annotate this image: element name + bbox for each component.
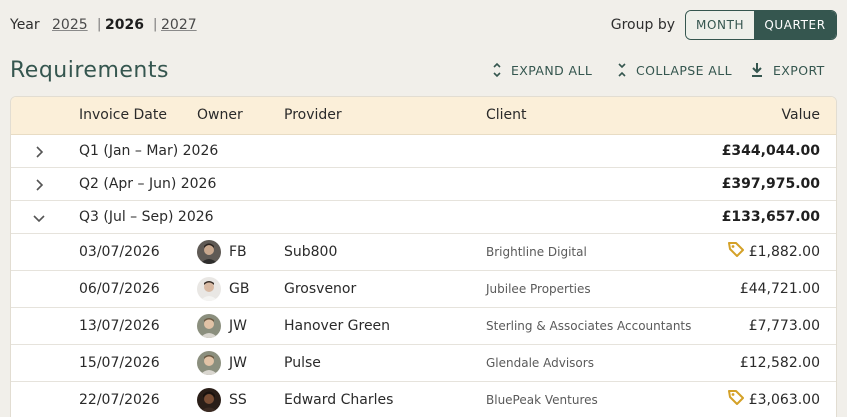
group-row-q1[interactable]: Q1 (Jan – Mar) 2026 £344,044.00: [11, 135, 836, 168]
client: Glendale Advisors: [486, 356, 594, 370]
client: Jubilee Properties: [486, 282, 591, 296]
avatar: [197, 388, 221, 412]
tag-icon: [728, 241, 744, 257]
value: £3,063.00: [748, 392, 820, 408]
tag-icon: [728, 389, 744, 405]
invoice-date: 15/07/2026: [79, 355, 160, 371]
table-row[interactable]: 22/07/2026 SS Edward Charles BluePeak Ve…: [11, 382, 836, 417]
column-header-value[interactable]: Value: [782, 107, 820, 123]
avatar: [197, 351, 221, 375]
top-bar: Year 2025 | 2026 | 2027 Group by MONTH Q…: [10, 10, 837, 40]
value: £1,882.00: [748, 244, 820, 260]
provider: Pulse: [284, 355, 321, 371]
avatar: [197, 314, 221, 338]
owner-initials: SS: [229, 392, 247, 408]
group-label: Q1 (Jan – Mar) 2026: [79, 143, 219, 159]
year-current-2026[interactable]: 2026: [105, 17, 144, 33]
invoice-date: 13/07/2026: [79, 318, 160, 334]
year-link-2027[interactable]: 2027: [161, 17, 197, 33]
chevron-right-icon[interactable]: [31, 144, 47, 160]
table-row[interactable]: 15/07/2026 JW Pulse Glendale Advisors £1…: [11, 345, 836, 382]
column-header-provider[interactable]: Provider: [284, 107, 342, 123]
value: £44,721.00: [739, 281, 820, 297]
year-link-2025[interactable]: 2025: [52, 17, 88, 33]
client: Brightline Digital: [486, 245, 587, 259]
group-label: Q2 (Apr – Jun) 2026: [79, 176, 217, 192]
group-row-q2[interactable]: Q2 (Apr – Jun) 2026 £397,975.00: [11, 168, 836, 201]
avatar: [197, 277, 221, 301]
page-title: Requirements: [10, 58, 169, 83]
table-row[interactable]: 13/07/2026 JW Hanover Green Sterling & A…: [11, 308, 836, 345]
group-by-quarter-button[interactable]: QUARTER: [754, 11, 836, 39]
provider: Edward Charles: [284, 392, 394, 408]
group-total: £133,657.00: [721, 209, 820, 225]
owner-initials: FB: [229, 244, 247, 260]
owner-initials: JW: [229, 318, 247, 334]
collapse-all-button[interactable]: COLLAPSE ALL: [617, 62, 737, 78]
year-separator: |: [97, 17, 102, 32]
value: £7,773.00: [748, 318, 820, 334]
chevron-down-icon[interactable]: [31, 210, 47, 226]
export-button[interactable]: EXPORT: [750, 62, 832, 78]
provider: Hanover Green: [284, 318, 391, 334]
table-row[interactable]: 03/07/2026 FB Sub800 Brightline Digital …: [11, 234, 836, 271]
column-header-client[interactable]: Client: [486, 107, 527, 123]
group-total: £397,975.00: [721, 176, 820, 192]
column-header-owner[interactable]: Owner: [197, 107, 243, 123]
table-actions: EXPAND ALL COLLAPSE ALL EXPORT: [492, 62, 832, 82]
value: £12,582.00: [739, 355, 820, 371]
group-total: £344,044.00: [721, 143, 820, 159]
requirements-table: Invoice Date Owner Provider Client Value…: [10, 96, 837, 417]
table-row[interactable]: 06/07/2026 GB Grosvenor Jubilee Properti…: [11, 271, 836, 308]
year-separator: |: [153, 17, 158, 32]
collapse-icon: [617, 62, 627, 78]
client: Sterling & Associates Accountants: [486, 319, 692, 333]
column-header-invoice-date[interactable]: Invoice Date: [79, 107, 167, 123]
provider: Grosvenor: [284, 281, 357, 297]
group-label: Q3 (Jul – Sep) 2026: [79, 209, 214, 225]
table-header: Invoice Date Owner Provider Client Value: [11, 97, 836, 135]
avatar: [197, 240, 221, 264]
owner-initials: GB: [229, 281, 250, 297]
group-by-label: Group by: [610, 17, 675, 33]
group-by-toggle: MONTH QUARTER: [685, 10, 837, 40]
invoice-date: 06/07/2026: [79, 281, 160, 297]
export-label: EXPORT: [773, 62, 825, 78]
invoice-date: 22/07/2026: [79, 392, 160, 408]
client: BluePeak Ventures: [486, 393, 598, 407]
chevron-right-icon[interactable]: [31, 177, 47, 193]
invoice-date: 03/07/2026: [79, 244, 160, 260]
download-icon: [750, 62, 764, 78]
expand-icon: [492, 62, 502, 78]
expand-all-button[interactable]: EXPAND ALL: [492, 62, 602, 78]
group-row-q3[interactable]: Q3 (Jul – Sep) 2026 £133,657.00: [11, 201, 836, 234]
provider: Sub800: [284, 244, 338, 260]
owner-initials: JW: [229, 355, 247, 371]
collapse-all-label: COLLAPSE ALL: [636, 62, 732, 78]
group-by-month-button[interactable]: MONTH: [686, 11, 754, 39]
expand-all-label: EXPAND ALL: [511, 62, 593, 78]
year-label: Year: [10, 17, 40, 33]
